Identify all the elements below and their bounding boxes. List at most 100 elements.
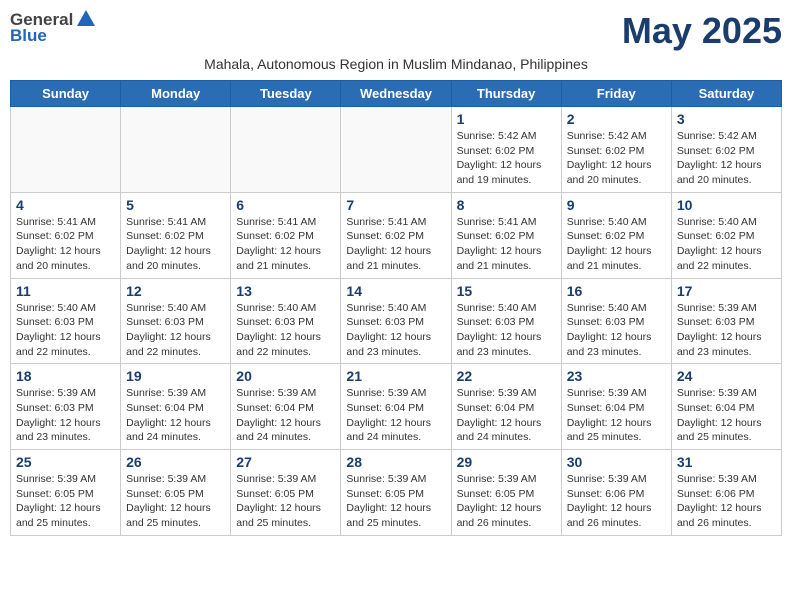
day-number: 31 xyxy=(677,454,776,470)
day-number: 13 xyxy=(236,283,335,299)
day-header-friday: Friday xyxy=(561,81,671,107)
calendar-cell: 17 Sunrise: 5:39 AMSunset: 6:03 PMDayligh… xyxy=(671,278,781,364)
day-info: Sunrise: 5:39 AMSunset: 6:05 PMDaylight:… xyxy=(126,472,225,531)
day-info: Sunrise: 5:42 AMSunset: 6:02 PMDaylight:… xyxy=(677,129,776,188)
day-info: Sunrise: 5:40 AMSunset: 6:02 PMDaylight:… xyxy=(567,215,666,274)
day-header-wednesday: Wednesday xyxy=(341,81,451,107)
calendar-cell: 1Sunrise: 5:42 AMSunset: 6:02 PMDaylight… xyxy=(451,107,561,193)
day-info: Sunrise: 5:39 AMSunset: 6:04 PMDaylight:… xyxy=(677,386,776,445)
calendar-cell: 31 Sunrise: 5:39 AMSunset: 6:06 PMDayligh… xyxy=(671,450,781,536)
calendar-cell: 4 Sunrise: 5:41 AMSunset: 6:02 PMDaylight… xyxy=(11,192,121,278)
day-info: Sunrise: 5:42 AMSunset: 6:02 PMDaylight:… xyxy=(567,129,666,188)
calendar-cell: 19 Sunrise: 5:39 AMSunset: 6:04 PMDayligh… xyxy=(121,364,231,450)
calendar-cell: 26 Sunrise: 5:39 AMSunset: 6:05 PMDayligh… xyxy=(121,450,231,536)
day-number: 28 xyxy=(346,454,445,470)
day-number: 19 xyxy=(126,368,225,384)
logo-icon xyxy=(75,8,97,30)
day-info: Sunrise: 5:39 AMSunset: 6:04 PMDaylight:… xyxy=(567,386,666,445)
calendar: SundayMondayTuesdayWednesdayThursdayFrid… xyxy=(10,80,782,536)
day-number: 10 xyxy=(677,197,776,213)
day-number: 15 xyxy=(457,283,556,299)
day-header-sunday: Sunday xyxy=(11,81,121,107)
day-info: Sunrise: 5:39 AMSunset: 6:05 PMDaylight:… xyxy=(16,472,115,531)
calendar-cell xyxy=(341,107,451,193)
day-number: 24 xyxy=(677,368,776,384)
day-number: 27 xyxy=(236,454,335,470)
calendar-cell: 18 Sunrise: 5:39 AMSunset: 6:03 PMDayligh… xyxy=(11,364,121,450)
calendar-cell: 27 Sunrise: 5:39 AMSunset: 6:05 PMDayligh… xyxy=(231,450,341,536)
calendar-cell: 14Sunrise: 5:40 AMSunset: 6:03 PMDayligh… xyxy=(341,278,451,364)
calendar-cell: 29 Sunrise: 5:39 AMSunset: 6:05 PMDayligh… xyxy=(451,450,561,536)
calendar-cell: 10 Sunrise: 5:40 AMSunset: 6:02 PMDayligh… xyxy=(671,192,781,278)
day-number: 2 xyxy=(567,111,666,127)
calendar-cell: 28 Sunrise: 5:39 AMSunset: 6:05 PMDayligh… xyxy=(341,450,451,536)
day-info: Sunrise: 5:39 AMSunset: 6:05 PMDaylight:… xyxy=(346,472,445,531)
day-info: Sunrise: 5:41 AMSunset: 6:02 PMDaylight:… xyxy=(236,215,335,274)
calendar-cell: 2 Sunrise: 5:42 AMSunset: 6:02 PMDaylight… xyxy=(561,107,671,193)
day-info: Sunrise: 5:39 AMSunset: 6:03 PMDaylight:… xyxy=(16,386,115,445)
day-info: Sunrise: 5:40 AMSunset: 6:02 PMDaylight:… xyxy=(677,215,776,274)
calendar-cell: 30 Sunrise: 5:39 AMSunset: 6:06 PMDayligh… xyxy=(561,450,671,536)
calendar-cell: 6 Sunrise: 5:41 AMSunset: 6:02 PMDaylight… xyxy=(231,192,341,278)
calendar-cell: 5 Sunrise: 5:41 AMSunset: 6:02 PMDaylight… xyxy=(121,192,231,278)
calendar-cell: 20 Sunrise: 5:39 AMSunset: 6:04 PMDayligh… xyxy=(231,364,341,450)
day-info: Sunrise: 5:40 AMSunset: 6:03 PMDaylight:… xyxy=(567,301,666,360)
day-info: Sunrise: 5:40 AMSunset: 6:03 PMDaylight:… xyxy=(346,301,445,360)
day-info: Sunrise: 5:40 AMSunset: 6:03 PMDaylight:… xyxy=(236,301,335,360)
day-number: 25 xyxy=(16,454,115,470)
day-number: 16 xyxy=(567,283,666,299)
day-header-monday: Monday xyxy=(121,81,231,107)
calendar-cell: 23 Sunrise: 5:39 AMSunset: 6:04 PMDayligh… xyxy=(561,364,671,450)
day-number: 29 xyxy=(457,454,556,470)
day-info: Sunrise: 5:39 AMSunset: 6:04 PMDaylight:… xyxy=(457,386,556,445)
day-info: Sunrise: 5:39 AMSunset: 6:04 PMDaylight:… xyxy=(236,386,335,445)
day-number: 18 xyxy=(16,368,115,384)
day-info: Sunrise: 5:41 AMSunset: 6:02 PMDaylight:… xyxy=(16,215,115,274)
day-number: 9 xyxy=(567,197,666,213)
calendar-cell: 25 Sunrise: 5:39 AMSunset: 6:05 PMDayligh… xyxy=(11,450,121,536)
day-number: 4 xyxy=(16,197,115,213)
day-number: 12 xyxy=(126,283,225,299)
day-number: 5 xyxy=(126,197,225,213)
day-number: 26 xyxy=(126,454,225,470)
day-number: 21 xyxy=(346,368,445,384)
day-info: Sunrise: 5:39 AMSunset: 6:04 PMDaylight:… xyxy=(126,386,225,445)
day-number: 3 xyxy=(677,111,776,127)
day-info: Sunrise: 5:39 AMSunset: 6:03 PMDaylight:… xyxy=(677,301,776,360)
calendar-cell: 24 Sunrise: 5:39 AMSunset: 6:04 PMDayligh… xyxy=(671,364,781,450)
month-title: May 2025 xyxy=(622,10,782,52)
calendar-cell: 15Sunrise: 5:40 AMSunset: 6:03 PMDayligh… xyxy=(451,278,561,364)
calendar-cell xyxy=(121,107,231,193)
day-info: Sunrise: 5:39 AMSunset: 6:04 PMDaylight:… xyxy=(346,386,445,445)
day-info: Sunrise: 5:39 AMSunset: 6:06 PMDaylight:… xyxy=(677,472,776,531)
calendar-cell: 21 Sunrise: 5:39 AMSunset: 6:04 PMDayligh… xyxy=(341,364,451,450)
day-number: 7 xyxy=(346,197,445,213)
day-number: 20 xyxy=(236,368,335,384)
calendar-cell xyxy=(231,107,341,193)
day-info: Sunrise: 5:39 AMSunset: 6:05 PMDaylight:… xyxy=(457,472,556,531)
day-header-thursday: Thursday xyxy=(451,81,561,107)
day-number: 22 xyxy=(457,368,556,384)
calendar-cell: 13 Sunrise: 5:40 AMSunset: 6:03 PMDayligh… xyxy=(231,278,341,364)
calendar-cell xyxy=(11,107,121,193)
calendar-cell: 3 Sunrise: 5:42 AMSunset: 6:02 PMDaylight… xyxy=(671,107,781,193)
day-number: 11 xyxy=(16,283,115,299)
day-number: 8 xyxy=(457,197,556,213)
calendar-cell: 7Sunrise: 5:41 AMSunset: 6:02 PMDaylight… xyxy=(341,192,451,278)
logo-blue: Blue xyxy=(10,26,47,46)
calendar-cell: 8 Sunrise: 5:41 AMSunset: 6:02 PMDaylight… xyxy=(451,192,561,278)
day-info: Sunrise: 5:41 AMSunset: 6:02 PMDaylight:… xyxy=(457,215,556,274)
day-number: 23 xyxy=(567,368,666,384)
day-number: 6 xyxy=(236,197,335,213)
day-header-tuesday: Tuesday xyxy=(231,81,341,107)
day-number: 30 xyxy=(567,454,666,470)
subtitle: Mahala, Autonomous Region in Muslim Mind… xyxy=(10,56,782,72)
day-info: Sunrise: 5:39 AMSunset: 6:05 PMDaylight:… xyxy=(236,472,335,531)
day-number: 1 xyxy=(457,111,556,127)
day-info: Sunrise: 5:40 AMSunset: 6:03 PMDaylight:… xyxy=(126,301,225,360)
day-header-saturday: Saturday xyxy=(671,81,781,107)
day-info: Sunrise: 5:41 AMSunset: 6:02 PMDaylight:… xyxy=(126,215,225,274)
calendar-cell: 12 Sunrise: 5:40 AMSunset: 6:03 PMDayligh… xyxy=(121,278,231,364)
day-number: 17 xyxy=(677,283,776,299)
day-info: Sunrise: 5:39 AMSunset: 6:06 PMDaylight:… xyxy=(567,472,666,531)
